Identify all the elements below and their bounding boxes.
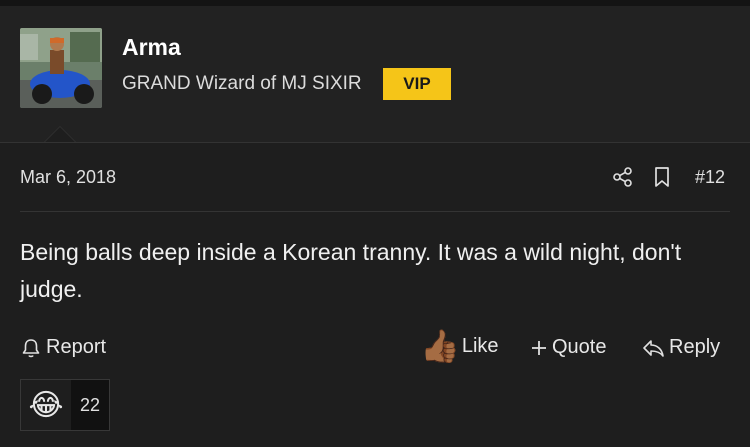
report-label: Report — [46, 336, 107, 358]
user-title: GRAND Wizard of MJ SIXIR — [122, 73, 362, 94]
thumbs-up-icon: 👍🏾 — [420, 328, 460, 364]
bell-icon — [22, 338, 40, 357]
vip-badge: VIP — [383, 68, 451, 100]
share-icon[interactable] — [612, 166, 634, 188]
divider — [20, 211, 730, 212]
post-number[interactable]: #12 — [695, 167, 725, 188]
like-label: Like — [461, 334, 499, 357]
reaction-summary[interactable]: 😂 22 — [20, 379, 110, 431]
quote-button[interactable]: Quote — [530, 336, 606, 359]
like-button[interactable]: 👍🏾 Like — [420, 326, 499, 366]
bookmark-icon[interactable] — [653, 166, 671, 188]
reaction-count: 22 — [71, 380, 109, 430]
post-body: Being balls deep inside a Korean tranny.… — [20, 239, 682, 302]
header-pointer — [44, 126, 76, 142]
quote-label: Quote — [552, 336, 607, 358]
laughing-emoji-icon: 😂 — [28, 388, 64, 422]
report-button[interactable]: Report — [20, 336, 106, 359]
user-header: Arma GRAND Wizard of MJ SIXIR VIP — [0, 6, 750, 143]
avatar[interactable] — [20, 28, 102, 108]
post-date[interactable]: Mar 6, 2018 — [20, 167, 116, 188]
reply-arrow-icon — [643, 339, 664, 357]
reply-button[interactable]: Reply — [641, 336, 720, 359]
username[interactable]: Arma — [122, 34, 181, 61]
reply-label: Reply — [669, 336, 721, 358]
avatar-image — [20, 28, 102, 108]
plus-icon — [532, 340, 546, 355]
